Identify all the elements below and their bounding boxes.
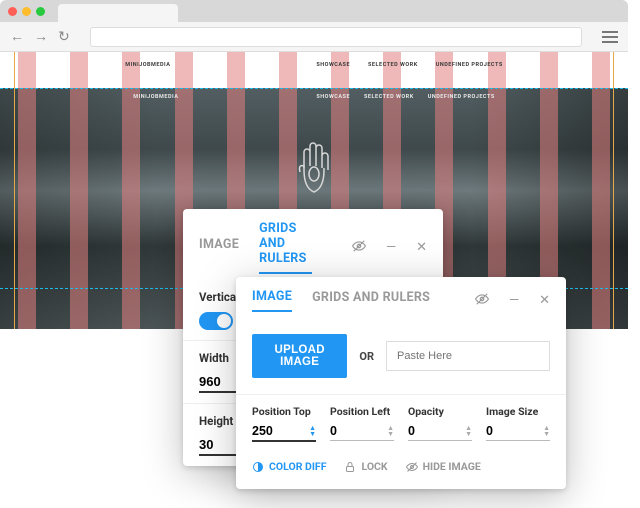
stepper-icon[interactable]: ▲▼ (385, 425, 394, 437)
nav-item[interactable]: SHOWCASE (316, 94, 350, 100)
url-input[interactable] (90, 27, 582, 47)
size-input[interactable] (486, 422, 541, 440)
brand: MINIJOBMEDIA (125, 62, 170, 68)
minimize-window-icon[interactable] (22, 7, 31, 16)
tab-grids[interactable]: GRIDS AND RULERS (312, 290, 430, 311)
tab-image[interactable]: IMAGE (199, 237, 239, 258)
menu-icon[interactable] (602, 31, 618, 43)
reload-icon[interactable]: ↻ (58, 29, 70, 45)
forward-icon[interactable]: → (34, 28, 48, 45)
lock-button[interactable]: LOCK (344, 460, 387, 473)
stepper-icon[interactable]: ▲▼ (541, 425, 550, 437)
nav-item[interactable]: SELECTED WORK (368, 62, 418, 68)
maximize-window-icon[interactable] (36, 7, 45, 16)
browser-tabbar (0, 0, 628, 22)
eye-off-icon (406, 461, 418, 473)
browser-toolbar: ← → ↻ (0, 22, 628, 52)
pos-top-input[interactable] (252, 422, 307, 440)
opacity-label: Opacity (408, 405, 472, 418)
visibility-icon[interactable] (352, 239, 366, 257)
size-label: Image Size (486, 405, 550, 418)
upload-image-button[interactable]: UPLOAD IMAGE (252, 334, 347, 378)
paste-input[interactable] (386, 341, 550, 371)
stepper-icon[interactable]: ▲▼ (463, 425, 472, 437)
stepper-icon[interactable]: ▲▼ (307, 425, 316, 437)
image-panel: IMAGE GRIDS AND RULERS — ✕ UPLOAD IMAGE … (236, 277, 566, 489)
minimize-icon[interactable]: — (386, 240, 396, 255)
nav-item[interactable]: SHOWCASE (316, 62, 350, 68)
lock-icon (344, 461, 356, 473)
back-icon[interactable]: ← (10, 28, 24, 45)
contrast-icon (252, 461, 264, 473)
pos-left-label: Position Left (330, 405, 394, 418)
visibility-icon[interactable] (475, 292, 489, 310)
site-nav-top: MINIJOBMEDIA SHOWCASE SELECTED WORK UNDE… (0, 62, 628, 68)
minimize-icon[interactable]: — (509, 293, 519, 308)
or-label: OR (359, 350, 374, 363)
close-icon[interactable]: ✕ (539, 293, 550, 308)
nav-item[interactable]: UNDEFINED PROJECTS (436, 62, 503, 68)
hide-image-button[interactable]: HIDE IMAGE (406, 460, 481, 473)
color-diff-button[interactable]: COLOR DIFF (252, 460, 326, 473)
site-nav-hero: MINIJOBMEDIA SHOWCASE SELECTED WORK UNDE… (0, 94, 628, 100)
panel-footer: COLOR DIFF LOCK HIDE IMAGE (236, 446, 566, 489)
pos-left-input[interactable] (330, 422, 385, 440)
nav-item[interactable]: SELECTED WORK (364, 94, 414, 100)
tab-grids[interactable]: GRIDS AND RULERS (259, 221, 312, 274)
grid-toggle[interactable] (199, 312, 233, 330)
panel-header: IMAGE GRIDS AND RULERS — ✕ (183, 209, 443, 282)
horizontal-guide[interactable] (0, 88, 628, 89)
opacity-input[interactable] (408, 422, 463, 440)
close-window-icon[interactable] (8, 7, 17, 16)
panel-header: IMAGE GRIDS AND RULERS — ✕ (236, 277, 566, 320)
tab-image[interactable]: IMAGE (252, 289, 292, 312)
pos-top-label: Position Top (252, 405, 316, 418)
browser-tab[interactable] (58, 4, 178, 22)
nav-item[interactable]: UNDEFINED PROJECTS (428, 94, 495, 100)
close-icon[interactable]: ✕ (416, 240, 427, 255)
brand: MINIJOBMEDIA (133, 94, 178, 100)
hand-logo-icon (286, 132, 342, 204)
